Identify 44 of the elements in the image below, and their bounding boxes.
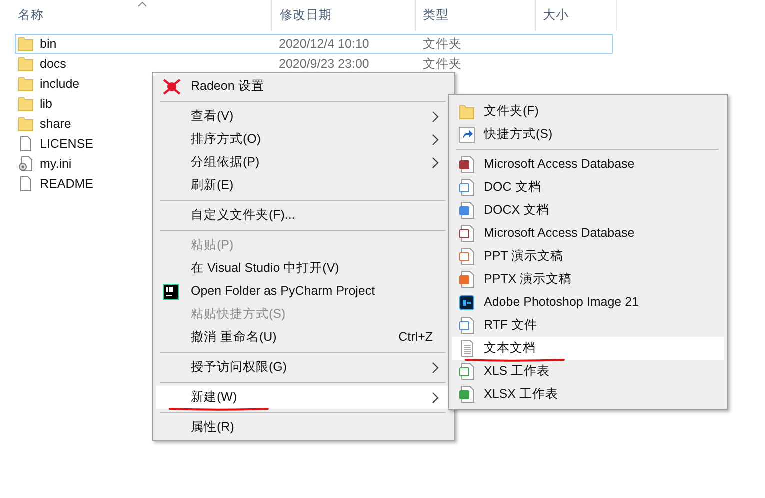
file-name: my.ini xyxy=(40,156,72,173)
menu-label: 文本文档 xyxy=(483,340,536,358)
menu-label: Radeon 设置 xyxy=(190,78,264,96)
column-header: 修改日期 xyxy=(280,7,332,24)
menu-label: 分组依据(P) xyxy=(190,154,260,172)
column-header: 类型 xyxy=(423,7,449,24)
menu-label: XLSX 工作表 xyxy=(483,386,558,404)
file-name: bin xyxy=(40,36,57,53)
menu-label: 属性(R) xyxy=(190,419,234,436)
shortcut-text: Ctrl+Z xyxy=(398,329,433,346)
file-name: share xyxy=(40,116,72,133)
menu-label: DOC 文档 xyxy=(483,179,542,196)
menu-label: 授予访问权限(G) xyxy=(190,359,288,376)
menu-label: PPT 演示文稿 xyxy=(483,248,564,266)
menu-label: 在 Visual Studio 中打开(V) xyxy=(190,260,340,278)
menu-label: RTF 文件 xyxy=(483,317,538,334)
menu-label: 文件夹(F) xyxy=(483,103,539,120)
type-cell: 文件夹 xyxy=(423,56,462,71)
menu-label: 粘贴(P) xyxy=(190,237,234,254)
column-header: 名称 xyxy=(18,7,44,24)
file-name: README xyxy=(40,176,94,193)
file-name: lib xyxy=(40,96,53,113)
menu-label: XLS 工作表 xyxy=(483,363,550,380)
menu-label: 撤消 重命名(U) xyxy=(190,329,277,346)
file-name: include xyxy=(40,76,80,93)
menu-label: Microsoft Access Database xyxy=(483,156,635,174)
date-cell: 2020/12/4 10:10 xyxy=(279,36,370,51)
menu-label: PPTX 演示文稿 xyxy=(483,271,572,288)
column-header: 大小 xyxy=(543,7,569,24)
menu-label: 快捷方式(S) xyxy=(482,126,553,144)
date-cell: 2020/9/23 23:00 xyxy=(279,56,370,71)
file-name: LICENSE xyxy=(40,136,94,153)
menu-label: 排序方式(O) xyxy=(190,131,262,148)
menu-label: DOCX 文档 xyxy=(483,202,550,220)
menu-label: 粘贴快捷方式(S) xyxy=(190,306,286,324)
menu-label: 查看(V) xyxy=(190,108,234,126)
file-name: docs xyxy=(40,56,66,73)
menu-label: 刷新(E) xyxy=(190,177,234,194)
menu-label: Adobe Photoshop Image 21 xyxy=(483,294,639,312)
menu-label: Microsoft Access Database xyxy=(483,225,635,242)
menu-label: 自定义文件夹(F)... xyxy=(190,207,296,224)
menu-label: Open Folder as PyCharm Project xyxy=(190,283,376,300)
menu-label: 新建(W) xyxy=(190,389,238,406)
type-cell: 文件夹 xyxy=(423,36,462,51)
